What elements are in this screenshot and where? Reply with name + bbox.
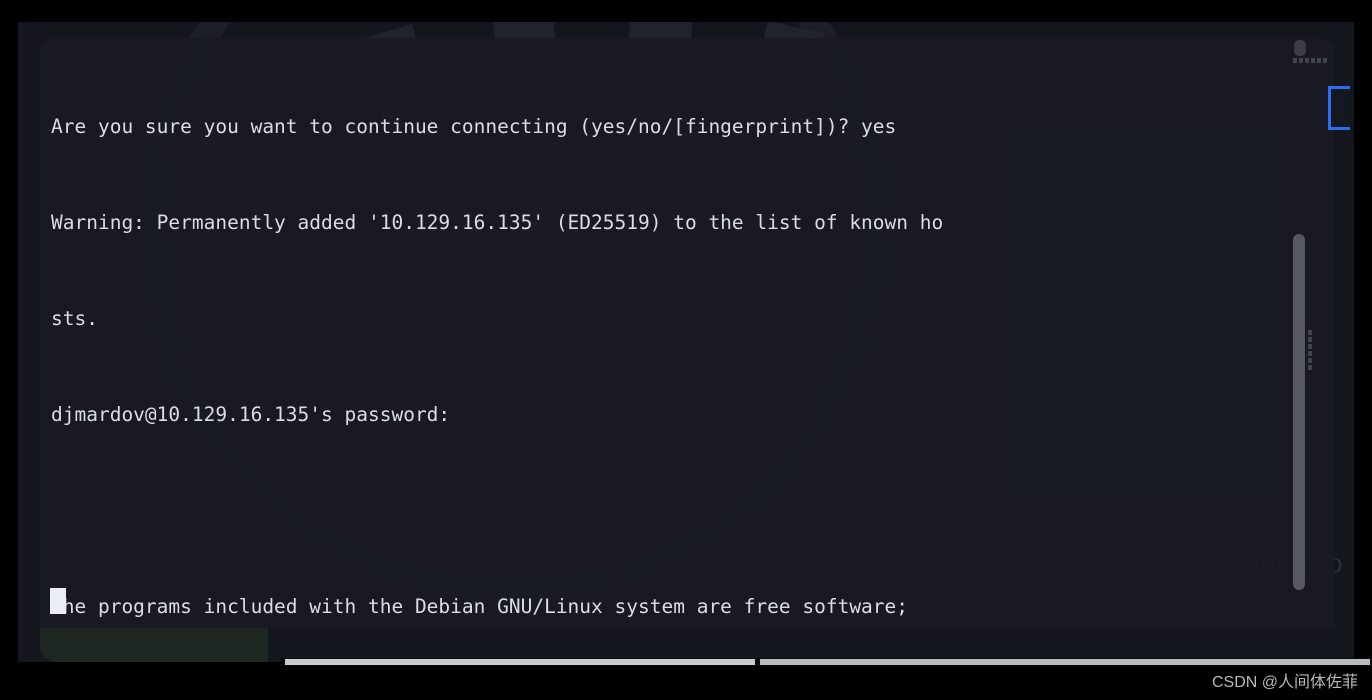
vertical-scrollbar-thumb[interactable] <box>1294 40 1306 56</box>
blue-bracket-icon <box>1328 86 1350 130</box>
horizontal-scrollbar-thumb[interactable] <box>285 659 755 665</box>
terminal-body[interactable]: Are you sure you want to continue connec… <box>40 38 1334 628</box>
taskbar-item-terminal[interactable] <box>40 628 268 662</box>
terminal-line: Are you sure you want to continue connec… <box>51 115 897 138</box>
terminal-output: Are you sure you want to continue connec… <box>51 47 1309 628</box>
csdn-watermark: CSDN @人间体佐菲 <box>1211 674 1358 691</box>
terminal-window[interactable]: Are you sure you want to continue connec… <box>40 38 1334 628</box>
terminal-line: djmardov@10.129.16.135's password: <box>51 403 451 426</box>
terminal-line: The programs included with the Debian GN… <box>51 595 909 618</box>
vertical-scrollbar-track-fill[interactable] <box>1293 234 1305 590</box>
terminal-cursor <box>50 588 66 614</box>
horizontal-scrollbar-thumb-secondary[interactable] <box>760 659 1370 665</box>
terminal-line: sts. <box>51 307 98 330</box>
scrollbar-dots <box>1308 330 1314 370</box>
desktop: IRC is almost wo Are you sure you want t… <box>0 0 1372 700</box>
scrollbar-dots <box>1293 58 1329 64</box>
terminal-line: Warning: Permanently added '10.129.16.13… <box>51 211 944 234</box>
